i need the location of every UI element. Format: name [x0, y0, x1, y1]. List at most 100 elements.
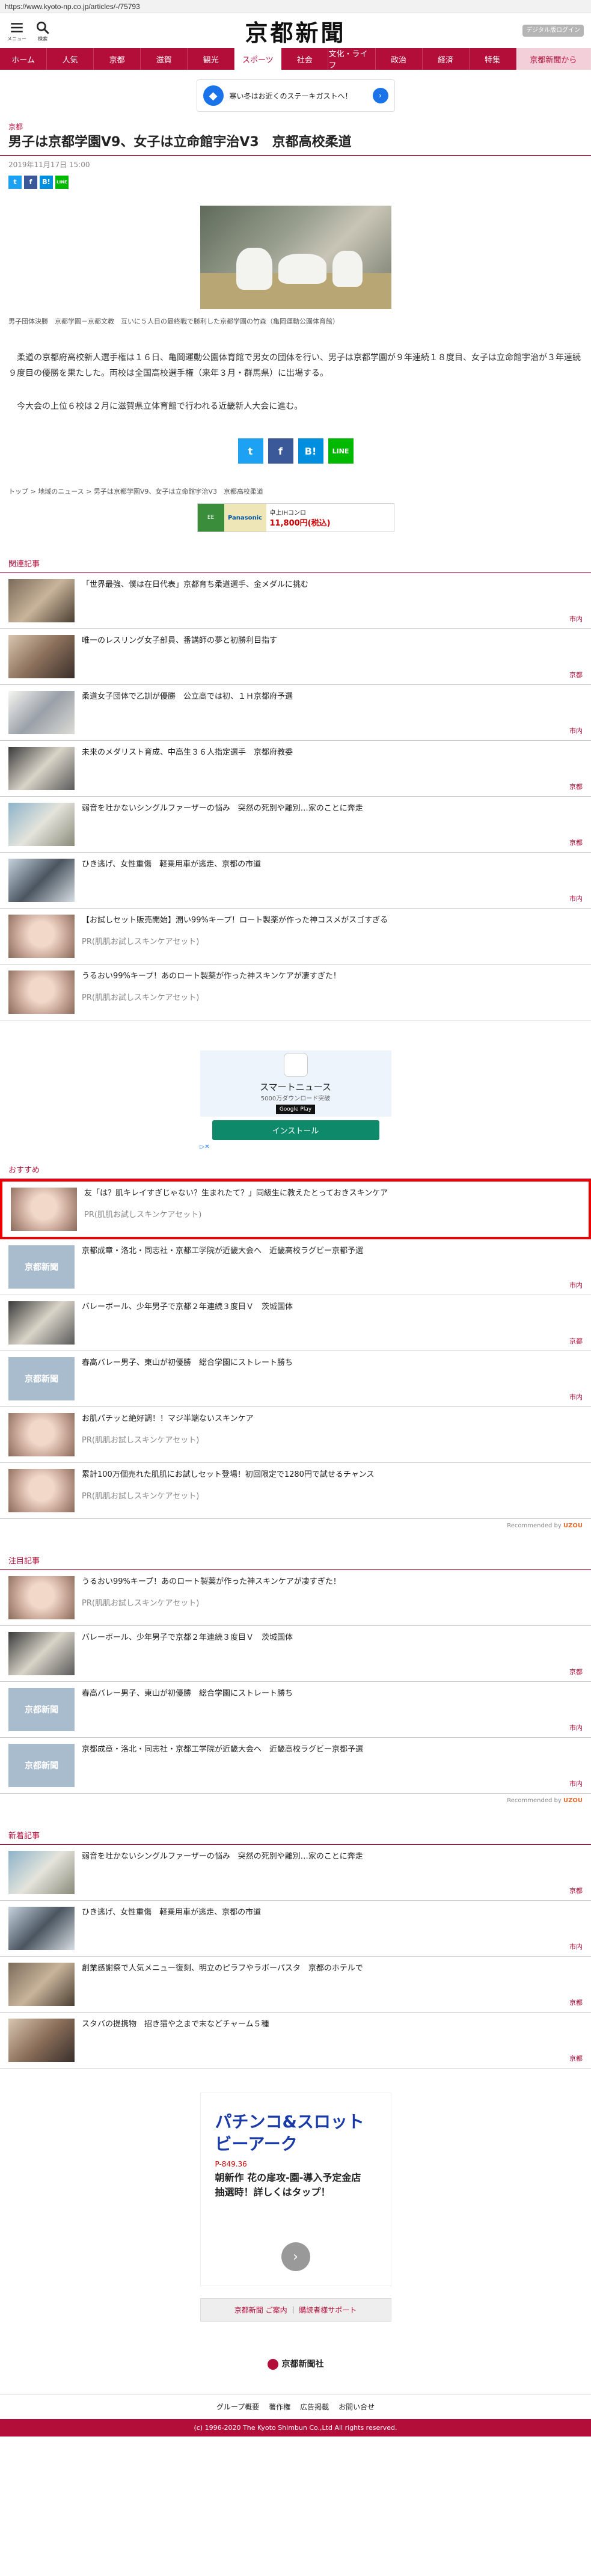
recommended-by-2: Recommended by UZOU [507, 1797, 583, 1805]
ad-choices-icon[interactable]: ▷✕ [200, 1144, 391, 1150]
list-item[interactable]: 累計100万個売れた肌肌にお試しセット登場！初回限定で1280円で試せるチャンス… [0, 1463, 591, 1520]
thumbnail: 京都新聞 [8, 1357, 75, 1401]
category-tag[interactable]: 市内 [569, 1779, 583, 1788]
facebook-share-button[interactable]: f [24, 175, 37, 189]
twitter-share-button-large[interactable]: t [237, 438, 263, 464]
top-ad[interactable]: ◆ 寒い冬はお近くのステーキガストへ！ › [196, 79, 395, 112]
article-section[interactable]: 京都 [0, 121, 591, 132]
app-icon [283, 1053, 308, 1078]
app-ad[interactable]: スマートニュース 5000万ダウンロード突破 Google Play インストー… [200, 1050, 391, 1150]
list-item[interactable]: 京都新聞 春高バレー男子、東山が初優勝 総合学園にストレート勝ち 市内 [0, 1682, 591, 1738]
breadcrumb-item[interactable]: 男子は京都学園V9、女子は立命館宇治V3 京都高校柔道 [94, 488, 263, 495]
search-button[interactable]: 検索 [35, 20, 51, 42]
list-item[interactable]: 創業感謝祭で人気メニュー復刻、明立のピラフやラボーパスタ 京都のホテルで京都 [0, 1957, 591, 2013]
list-item[interactable]: 柔道女子団体で乙訓が優勝 公立高では初、１Ｈ京都府予選 市内 [0, 685, 591, 741]
footer-nav-item[interactable]: 広告掲載 [300, 2403, 329, 2411]
nav-item[interactable]: スポーツ [234, 48, 282, 70]
list-item[interactable]: 弱音を吐かないシングルファーザーの悩み 突然の死別や離別…家のことに奔走 京都 [0, 797, 591, 853]
footer-nav-item[interactable]: お問い合せ [338, 2403, 375, 2411]
thumbnail [8, 1413, 75, 1457]
footer-logo[interactable]: 京都新聞社 [0, 2346, 591, 2395]
list-item-title: うるおい99%キープ！あのロート製薬が作った神スキンケアが凄すぎた！ [82, 972, 341, 981]
list-item[interactable]: バレーボール、少年男子で京都２年連続３度目Ｖ 茨城国体 京都 [0, 1626, 591, 1682]
nav-item[interactable]: 京都 [94, 48, 141, 70]
footer-nav-item[interactable]: 著作権 [269, 2403, 290, 2411]
category-tag[interactable]: 市内 [569, 726, 583, 735]
list-item[interactable]: 友「は？肌キレイすぎじゃない？生まれたて？」同級生に教えたとっておきスキンケア P… [0, 1179, 591, 1240]
category-tag[interactable]: 京都 [569, 782, 583, 791]
list-item[interactable]: 「世界最強、僕は在日代表」京都育ち柔道選手、金メダルに挑む市内 [0, 573, 591, 630]
hatena-share-button-large[interactable]: B! [298, 438, 323, 464]
nav-item[interactable]: 滋賀 [141, 48, 188, 70]
category-tag[interactable]: 京都 [569, 1886, 583, 1895]
list-item[interactable]: 未来のメダリスト育成、中高生３６人指定選手 京都府教委京都 [0, 741, 591, 797]
list-item-title: お肌パチッと絶好調！！マジ半端ないスキンケア [82, 1414, 254, 1424]
list-item[interactable]: 京都新聞 京都成章・洛北・同志社・京都工学院が近畿大会へ 近畿高校ラグビー京都予選… [0, 1239, 591, 1296]
nav-item[interactable]: ホーム [0, 48, 47, 70]
nav-item[interactable]: 特集 [470, 48, 516, 70]
category-tag[interactable]: 市内 [569, 894, 583, 903]
category-tag[interactable]: 京都 [569, 1998, 583, 2007]
nav-item[interactable]: 文化・ライフ [328, 48, 376, 70]
footer-guide-link[interactable]: 京都新聞 ご案内 [234, 2306, 287, 2314]
list-item[interactable]: うるおい99%キープ！あのロート製薬が作った神スキンケアが凄すぎた！ PR(肌肌お… [0, 1570, 591, 1627]
twitter-share-button[interactable]: t [8, 175, 22, 189]
line-share-button[interactable]: LINE [55, 175, 69, 189]
category-tag[interactable]: 京都 [569, 1667, 583, 1676]
category-tag[interactable]: 市内 [569, 1392, 583, 1402]
footer-nav-item[interactable]: グループ概要 [216, 2403, 259, 2411]
list-item[interactable]: 弱音を吐かないシングルファーザーの悩み 突然の死別や離別…家のことに奔走 京都 [0, 1845, 591, 1901]
facebook-share-button-large[interactable]: f [268, 438, 293, 464]
list-item[interactable]: ひき逃げ、女性重傷 軽乗用車が逃走、京都の市道 市内 [0, 1901, 591, 1957]
list-item[interactable]: 京都新聞 春高バレー男子、東山が初優勝 総合学園にストレート勝ち 市内 [0, 1351, 591, 1408]
category-tag[interactable]: 市内 [569, 1280, 583, 1290]
menu-button[interactable]: メニュー [7, 20, 26, 42]
category-tag[interactable]: 京都 [569, 670, 583, 679]
list-item[interactable]: 唯一のレスリング女子部員、番講師の夢と初勝利目指す 京都 [0, 629, 591, 685]
arrow-right-icon[interactable]: › [372, 88, 388, 103]
digital-login-button[interactable]: デジタル版ログイン [522, 25, 584, 37]
list-item-title: 未来のメダリスト育成、中高生３６人指定選手 京都府教委 [82, 748, 293, 758]
thumbnail [8, 1469, 75, 1513]
nav-item[interactable]: 人気 [47, 48, 94, 70]
latest-section: 新着記事 弱音を吐かないシングルファーザーの悩み 突然の死別や離別…家のことに奔… [0, 1822, 591, 2069]
list-item[interactable]: スタバの提携物 招き猫や之まで末などチャーム５種京都 [0, 2013, 591, 2069]
footer-support-link[interactable]: 購読者様サポート [299, 2306, 357, 2314]
category-tag[interactable]: 京都 [569, 2053, 583, 2063]
list-item[interactable]: お肌パチッと絶好調！！マジ半端ないスキンケア PR(肌肌お試しスキンケアセット) [0, 1407, 591, 1464]
list-item[interactable]: バレーボール、少年男子で京都２年連続３度目Ｖ 茨城国体 京都 [0, 1295, 591, 1352]
banner-ad[interactable]: EE Panasonic 卓上IHコンロ 11,800円(税込) [197, 503, 394, 533]
breadcrumb-item[interactable]: 地域のニュース [38, 488, 84, 495]
nav-item[interactable]: 観光 [188, 48, 235, 70]
hatena-share-button[interactable]: B! [40, 175, 53, 189]
nav-item[interactable]: 経済 [423, 48, 470, 70]
thumbnail [8, 1851, 75, 1895]
site-logo[interactable]: 京都新聞 [245, 14, 346, 48]
nav-item[interactable]: 政治 [376, 48, 423, 70]
list-item-title: 「世界最強、僕は在日代表」京都育ち柔道選手、金メダルに挑む [82, 580, 309, 590]
category-tag[interactable]: 市内 [569, 1942, 583, 1951]
thumbnail [11, 1188, 77, 1231]
article-date: 2019年11月17日 15:00 [8, 160, 90, 169]
category-tag[interactable]: 市内 [569, 614, 583, 624]
list-item[interactable]: 【お試しセット販売開始】潤い99%キープ！ロート製薬が作った神コスメがスゴすぎる… [0, 909, 591, 965]
nav-item[interactable]: 京都新聞から [516, 48, 591, 70]
bottom-ad[interactable]: パチンコ&スロット ビーアーク P-849.36 朝新作 花の扉攻-園-導入予定… [200, 2093, 391, 2287]
list-item[interactable]: 京都新聞 京都成章・洛北・同志社・京都工学院が近畿大会へ 近畿高校ラグビー京都予選… [0, 1738, 591, 1794]
nav-item[interactable]: 社会 [281, 48, 329, 70]
category-tag[interactable]: 京都 [569, 1336, 583, 1346]
chevron-right-icon[interactable]: › [281, 2242, 310, 2272]
related-heading: 関連記事 [0, 550, 591, 574]
browser-url[interactable]: https://www.kyoto-np.co.jp/articles/-/75… [0, 0, 591, 13]
list-item-title: 京都成章・洛北・同志社・京都工学院が近畿大会へ 近畿高校ラグビー京都予選 [82, 1745, 364, 1755]
list-item[interactable]: ひき逃げ、女性重傷 軽乗用車が逃走、京都の市道 市内 [0, 853, 591, 909]
list-item-title: スタバの提携物 招き猫や之まで末などチャーム５種 [82, 2020, 269, 2029]
install-button[interactable]: インストール [212, 1120, 379, 1141]
category-tag[interactable]: 京都 [569, 838, 583, 847]
breadcrumb-item[interactable]: トップ [8, 488, 28, 495]
article-title: 男子は京都学園V9、女子は立命館宇治V3 京都高校柔道 [8, 135, 352, 150]
line-share-button-large[interactable]: LINE [328, 438, 354, 464]
category-tag[interactable]: 市内 [569, 1723, 583, 1732]
list-item-title: 創業感謝祭で人気メニュー復刻、明立のピラフやラボーパスタ 京都のホテルで [82, 1964, 363, 1973]
list-item[interactable]: うるおい99%キープ！あのロート製薬が作った神スキンケアが凄すぎた！ PR(肌肌お… [0, 964, 591, 1021]
